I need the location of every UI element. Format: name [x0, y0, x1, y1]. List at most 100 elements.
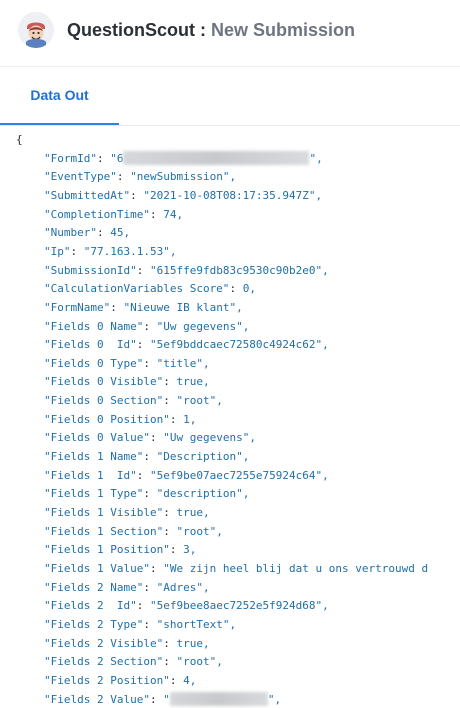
- json-key: "CalculationVariables Score": [44, 282, 230, 296]
- json-line: "Fields 1 Id": "5ef9be07aec7255e75924c64…: [16, 467, 329, 485]
- json-key: "Fields 1 Type": [44, 487, 144, 501]
- json-line: "Fields 2 Id": "5ef9bee8aec7252e5f924d68…: [16, 597, 329, 615]
- json-line: "Fields 1 Visible": true,: [16, 504, 210, 522]
- json-line-suffix: ,: [202, 356, 210, 370]
- json-line: "Fields 0 Value": "Uw gegevens",: [16, 429, 256, 447]
- json-key: "FormName": [44, 300, 111, 314]
- json-value: 1: [183, 412, 190, 426]
- json-key: "Fields 2 Name": [44, 580, 144, 594]
- json-line: "Fields 0 Section": "root",: [16, 392, 223, 410]
- json-key: "Fields 2 Position": [44, 673, 170, 687]
- json-value: "2021-10-08T08:17:35.947Z": [143, 188, 316, 202]
- json-key: "Fields 1 Visible": [44, 506, 164, 519]
- json-line-suffix: ,: [242, 487, 250, 501]
- json-key: "SubmissionId": [44, 263, 137, 277]
- json-value: "77.163.1.53": [83, 244, 170, 258]
- json-line-suffix: ,: [322, 468, 329, 482]
- json-value: "title": [156, 356, 203, 370]
- json-line-suffix: ",: [267, 692, 282, 706]
- json-key: "Fields 2 Value": [44, 692, 150, 706]
- json-output-panel: {"FormId": "6 ", "EventType": "newSubmissi…: [0, 128, 460, 708]
- json-value: true: [176, 636, 203, 650]
- json-line: "Fields 2 Section": "root",: [16, 653, 223, 671]
- json-value: "5ef9be07aec7255e75924c64": [149, 468, 323, 482]
- app-name: QuestionScout: [67, 20, 196, 40]
- json-key: "Fields 1 Id": [44, 468, 137, 482]
- app-header: QuestionScout : New Submission: [0, 0, 460, 67]
- json-line: "Fields 0 Type": "title",: [16, 355, 210, 373]
- tab-data-out[interactable]: Data Out: [0, 67, 119, 125]
- questionscout-logo-icon: [18, 12, 54, 48]
- json-value: "5ef9bddcaec72580c4924c62": [149, 338, 323, 352]
- json-line-suffix: ,: [249, 431, 256, 445]
- json-line: "FormName": "Nieuwe IB klant",: [16, 299, 243, 317]
- json-key: "Fields 2 Type": [44, 617, 144, 631]
- json-key: "CompletionTime": [44, 207, 150, 221]
- json-separator: :: [163, 636, 177, 650]
- json-key: "Fields 0 Value": [44, 431, 150, 445]
- json-value: "root": [176, 524, 217, 538]
- json-line-suffix: ,: [202, 636, 210, 650]
- json-separator: :: [110, 300, 124, 314]
- json-line-suffix: ,: [216, 524, 223, 538]
- json-value: ": [163, 692, 170, 706]
- json-key: "Fields 1 Name": [44, 450, 144, 464]
- redacted-value: [123, 150, 310, 165]
- json-separator: :: [136, 468, 150, 482]
- json-line-suffix: ,: [189, 412, 197, 426]
- json-separator: :: [149, 692, 164, 706]
- json-separator: :: [149, 207, 164, 221]
- json-line-suffix: ,: [189, 673, 197, 687]
- json-key: "SubmittedAt": [44, 188, 131, 202]
- json-value: "description": [156, 487, 243, 501]
- json-key: "EventType": [44, 170, 117, 184]
- json-key: "Fields 0 Visible": [44, 375, 164, 389]
- json-line-suffix: ,: [242, 319, 250, 333]
- json-line: "Fields 2 Visible": true,: [16, 635, 210, 653]
- json-separator: :: [136, 338, 150, 352]
- json-separator: :: [136, 599, 150, 613]
- json-separator: :: [143, 617, 157, 631]
- page-title: QuestionScout : New Submission: [67, 19, 355, 41]
- json-value: 74: [163, 207, 177, 221]
- json-line-suffix: ,: [236, 300, 243, 314]
- json-line: "Fields 2 Position": 4,: [16, 672, 196, 690]
- json-value: 3: [183, 543, 190, 557]
- json-separator: :: [96, 151, 111, 165]
- json-line: "SubmittedAt": "2021-10-08T08:17:35.947Z…: [16, 187, 322, 205]
- json-value: "615ffe9fdb83c9530c90b2e0": [149, 263, 323, 277]
- json-separator: :: [163, 524, 177, 538]
- json-line: "Fields 1 Position": 3,: [16, 541, 196, 559]
- json-line: "Fields 0 Visible": true,: [16, 373, 210, 391]
- json-value: "Description": [156, 450, 243, 464]
- json-line: "CompletionTime": 74,: [16, 206, 183, 224]
- json-line: "Fields 1 Type": "description",: [16, 485, 249, 503]
- json-line-suffix: ,: [123, 226, 131, 240]
- title-separator: :: [195, 20, 212, 40]
- json-value: "We zijn heel blij dat u ons vertrouwd d: [163, 561, 429, 575]
- json-line: "Fields 2 Name": "Adres",: [16, 579, 210, 597]
- json-key: "Fields 1 Section": [44, 524, 164, 538]
- json-value: "Uw gegevens": [156, 319, 243, 333]
- json-key: "Fields 0 Type": [44, 356, 144, 370]
- json-key: "Fields 0 Position": [44, 412, 170, 426]
- json-value: true: [176, 375, 203, 389]
- json-line-suffix: ,: [202, 506, 210, 519]
- json-line-suffix: ,: [249, 282, 256, 296]
- json-line: "Ip": "77.163.1.53",: [16, 243, 176, 261]
- json-line-suffix: ,: [322, 263, 329, 277]
- json-line-suffix: ,: [202, 580, 210, 594]
- json-line-suffix: ,: [216, 655, 223, 669]
- json-separator: :: [70, 244, 84, 258]
- json-separator: :: [136, 263, 150, 277]
- json-value: 4: [183, 673, 190, 687]
- json-separator: :: [169, 543, 184, 557]
- json-line: "Fields 0 Id": "5ef9bddcaec72580c4924c62…: [16, 336, 329, 354]
- json-separator: :: [229, 282, 243, 296]
- json-separator: :: [149, 561, 164, 575]
- json-value: "newSubmission": [130, 170, 230, 184]
- json-separator: :: [143, 319, 157, 333]
- json-line-suffix: ,: [229, 170, 237, 184]
- json-value: "5ef9bee8aec7252e5f924d68": [149, 599, 323, 613]
- json-separator: :: [169, 412, 184, 426]
